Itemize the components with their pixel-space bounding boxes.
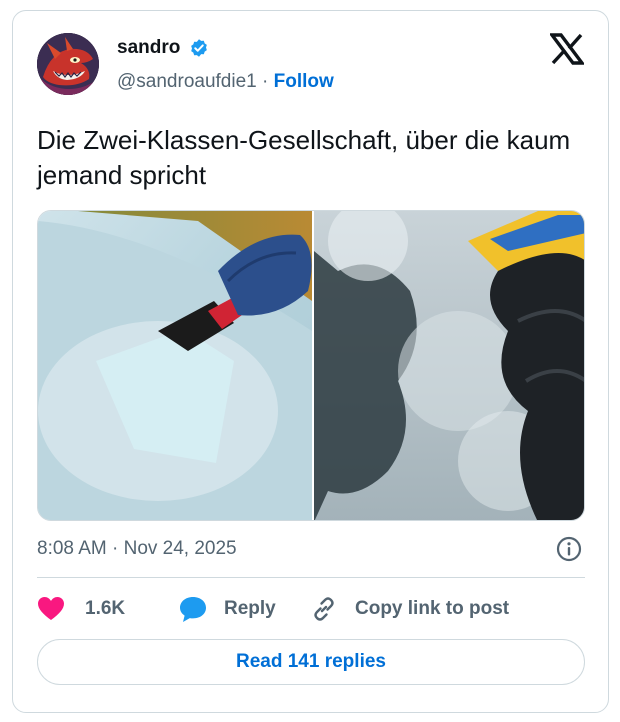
display-name[interactable]: sandro bbox=[117, 37, 180, 59]
avatar-dragon-image bbox=[37, 33, 99, 95]
reply-button[interactable]: Reply bbox=[178, 594, 276, 624]
action-bar: 1.6K Reply Copy link to post bbox=[37, 594, 597, 624]
tweet-text: Die Zwei-Klassen-Gesellschaft, über die … bbox=[37, 125, 571, 190]
media-image[interactable] bbox=[37, 210, 585, 521]
avatar[interactable] bbox=[37, 33, 99, 95]
x-logo-icon[interactable] bbox=[550, 33, 584, 65]
speech-bubble-icon bbox=[180, 597, 206, 622]
handle-row: @sandroaufdie1 · Follow bbox=[117, 71, 334, 93]
ice-scraper-photo bbox=[38, 211, 584, 520]
like-count: 1.6K bbox=[85, 598, 126, 619]
info-icon[interactable] bbox=[555, 535, 583, 563]
handle[interactable]: @sandroaufdie1 bbox=[117, 71, 257, 92]
separator: · bbox=[262, 71, 269, 92]
timestamp[interactable]: 8:08 AM · Nov 24, 2025 bbox=[37, 538, 237, 560]
copy-link-button[interactable]: Copy link to post bbox=[309, 594, 509, 624]
read-replies-button[interactable]: Read 141 replies bbox=[37, 639, 585, 685]
like-button[interactable]: 1.6K bbox=[37, 594, 125, 624]
divider bbox=[37, 577, 585, 578]
tweet-card: sandro @sandroaufdie1 · Follow Die Zwei-… bbox=[12, 10, 609, 713]
heart-icon bbox=[38, 597, 64, 620]
reply-label: Reply bbox=[224, 598, 276, 619]
follow-button[interactable]: Follow bbox=[274, 71, 334, 92]
verified-badge-icon bbox=[191, 39, 207, 57]
link-icon bbox=[314, 597, 334, 621]
copy-link-label: Copy link to post bbox=[355, 598, 510, 619]
